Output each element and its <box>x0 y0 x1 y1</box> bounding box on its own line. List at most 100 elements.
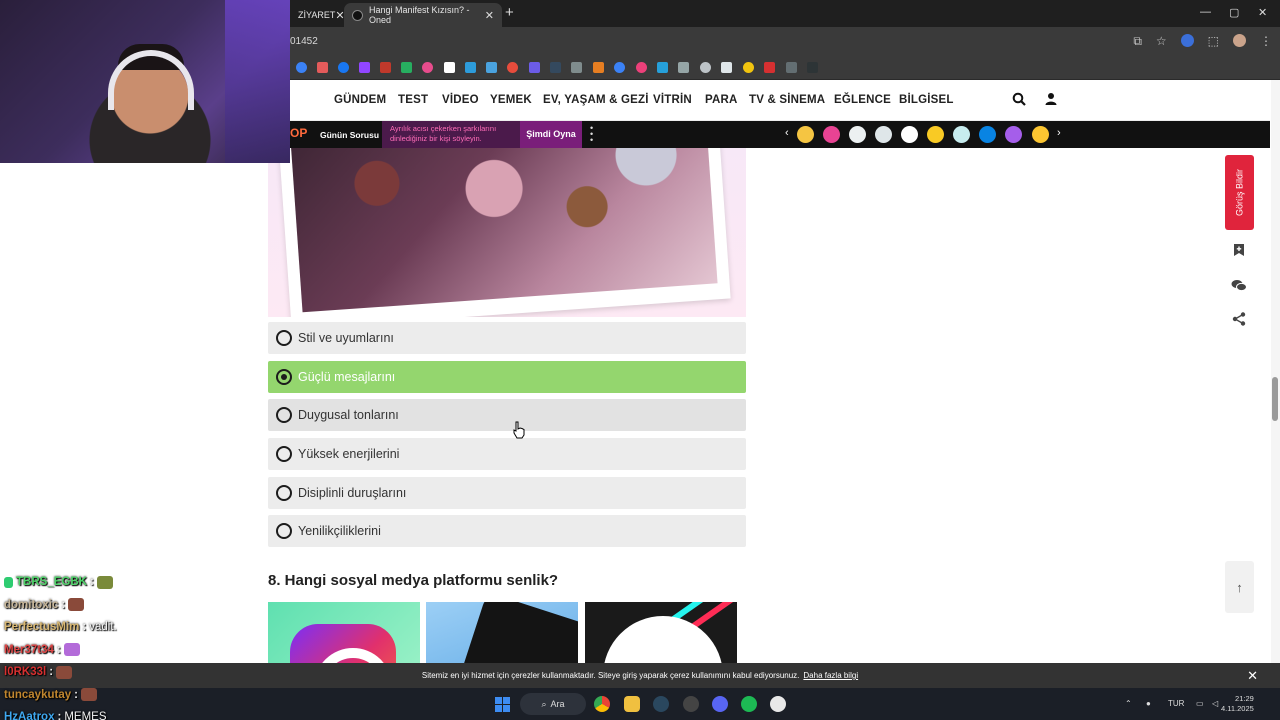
nav-item-ev-yasam-gezi[interactable]: EV, YAŞAM & GEZİ <box>543 94 649 106</box>
feedback-button[interactable]: Görüş Bildir <box>1225 155 1254 230</box>
bookmark-add-icon[interactable] <box>1228 239 1250 261</box>
quiz-option[interactable]: Stil ve uyumlarını <box>268 322 746 354</box>
badge-icon[interactable] <box>901 126 918 143</box>
bookmark-icon[interactable] <box>786 62 797 73</box>
quiz-option-selected[interactable]: Güçlü mesajlarını <box>268 361 746 393</box>
carousel-prev-button[interactable]: ‹ <box>785 127 789 139</box>
new-tab-button[interactable]: + <box>505 4 514 21</box>
bookmark-icon[interactable] <box>743 62 754 73</box>
badge-icon[interactable] <box>979 126 996 143</box>
bookmark-icon[interactable] <box>571 62 582 73</box>
quiz-option[interactable]: Duygusal tonlarını <box>268 399 746 431</box>
bookmark-icon[interactable] <box>636 62 647 73</box>
bookmark-icon[interactable] <box>550 62 561 73</box>
twitch-icon[interactable] <box>359 62 370 73</box>
badge-icon[interactable] <box>927 126 944 143</box>
bookmark-icon[interactable] <box>296 62 307 73</box>
radio-button[interactable] <box>276 485 292 501</box>
tray-expand-icon[interactable]: ⌃ <box>1125 699 1132 708</box>
daily-question-text[interactable]: Ayrılık acısı çekerken şarkılarını dinle… <box>382 121 520 148</box>
windows-start-icon[interactable] <box>495 697 510 712</box>
user-icon[interactable] <box>1044 92 1058 106</box>
close-window-button[interactable]: ✕ <box>1258 6 1267 19</box>
language-indicator[interactable]: TUR <box>1168 699 1184 708</box>
bookmark-icon[interactable] <box>529 62 540 73</box>
nav-item-para[interactable]: PARA <box>705 94 738 106</box>
bookmark-icon[interactable] <box>507 62 518 73</box>
bookmark-icon[interactable] <box>465 62 476 73</box>
bookmark-icon[interactable] <box>444 62 455 73</box>
url-text[interactable]: 01452 <box>290 36 318 47</box>
badge-icon[interactable] <box>875 126 892 143</box>
bookmark-icon[interactable] <box>657 62 668 73</box>
badge-icon[interactable] <box>953 126 970 143</box>
badge-icon[interactable] <box>823 126 840 143</box>
minimize-button[interactable]: — <box>1200 6 1211 18</box>
scroll-to-top-button[interactable]: ↑ <box>1225 561 1254 613</box>
badge-icon[interactable] <box>1005 126 1022 143</box>
cookie-more-info-link[interactable]: Daha fazla bilgi <box>803 671 858 680</box>
bookmark-icon[interactable] <box>401 62 412 73</box>
bookmark-icon[interactable] <box>764 62 775 73</box>
bookmark-icon[interactable] <box>700 62 711 73</box>
discord-icon[interactable] <box>712 696 728 712</box>
nav-item-eglence[interactable]: EĞLENCE <box>834 94 891 106</box>
radio-button[interactable] <box>276 446 292 462</box>
quiz-option[interactable]: Yenilikçiliklerini <box>268 515 746 547</box>
install-icon[interactable]: ⧉ <box>1133 34 1142 49</box>
extensions-puzzle-icon[interactable]: ⬚ <box>1208 34 1219 49</box>
nav-item-yemek[interactable]: YEMEK <box>490 94 532 106</box>
comments-icon[interactable] <box>1228 274 1250 296</box>
steam-icon[interactable] <box>653 696 669 712</box>
maximize-button[interactable]: ▢ <box>1229 6 1239 19</box>
nav-item-test[interactable]: TEST <box>398 94 428 106</box>
bookmark-icon[interactable] <box>721 62 732 73</box>
chrome-icon[interactable] <box>594 696 610 712</box>
quiz-option[interactable]: Yüksek enerjilerini <box>268 438 746 470</box>
system-clock[interactable]: 21:29 4.11.2025 <box>1221 694 1254 714</box>
bookmark-icon[interactable] <box>678 62 689 73</box>
bookmark-icon[interactable] <box>317 62 328 73</box>
microphone-icon[interactable]: ● <box>1146 699 1151 708</box>
file-explorer-icon[interactable] <box>624 696 640 712</box>
network-icon[interactable]: ▭ <box>1196 699 1204 708</box>
app-icon[interactable] <box>683 696 699 712</box>
nav-item-tv-sinema[interactable]: TV & SİNEMA <box>749 94 825 106</box>
bookmark-icon[interactable] <box>593 62 604 73</box>
profile-avatar[interactable] <box>1233 34 1246 47</box>
share-icon[interactable] <box>1228 308 1250 330</box>
nav-item-bilgisel[interactable]: BİLGİSEL <box>899 94 954 106</box>
more-options-icon[interactable]: • • • <box>590 124 594 145</box>
tab-active[interactable]: Hangi Manifest Kızısın? - Oned ✕ <box>344 3 502 27</box>
spotify-icon[interactable] <box>741 696 757 712</box>
quiz-option[interactable]: Disiplinli duruşlarını <box>268 477 746 509</box>
menu-icon[interactable]: ⋮ <box>1260 34 1272 49</box>
bookmark-icon[interactable] <box>486 62 497 73</box>
radio-button[interactable] <box>276 330 292 346</box>
facebook-icon[interactable] <box>338 62 349 73</box>
tab-inactive[interactable]: ZİYARET ✕ <box>290 3 345 27</box>
bookmark-icon[interactable] <box>807 62 818 73</box>
taskbar-search[interactable]: ⌕ Ara <box>520 693 586 715</box>
bookmark-icon[interactable] <box>614 62 625 73</box>
media-player-icon[interactable] <box>770 696 786 712</box>
nav-item-gundem[interactable]: GÜNDEM <box>334 94 386 106</box>
cookie-close-icon[interactable]: ✕ <box>1247 668 1258 684</box>
radio-button[interactable] <box>276 407 292 423</box>
close-tab-icon[interactable]: ✕ <box>485 9 494 22</box>
play-now-button[interactable]: Şimdi Oyna <box>520 121 582 148</box>
badge-icon[interactable] <box>849 126 866 143</box>
bookmark-icon[interactable] <box>422 62 433 73</box>
bookmark-star-icon[interactable]: ☆ <box>1156 34 1167 49</box>
carousel-next-button[interactable]: › <box>1057 127 1061 139</box>
radio-button[interactable] <box>276 523 292 539</box>
radio-button-checked[interactable] <box>276 369 292 385</box>
emoji-icon[interactable] <box>797 126 814 143</box>
volume-icon[interactable]: ◁ <box>1212 699 1218 708</box>
page-scrollbar[interactable] <box>1271 80 1280 663</box>
search-icon[interactable] <box>1012 92 1026 106</box>
badge-icon[interactable] <box>1032 126 1049 143</box>
nav-item-vitrin[interactable]: VİTRİN <box>653 94 692 106</box>
nav-item-video[interactable]: VİDEO <box>442 94 479 106</box>
scrollbar-thumb[interactable] <box>1272 377 1278 421</box>
